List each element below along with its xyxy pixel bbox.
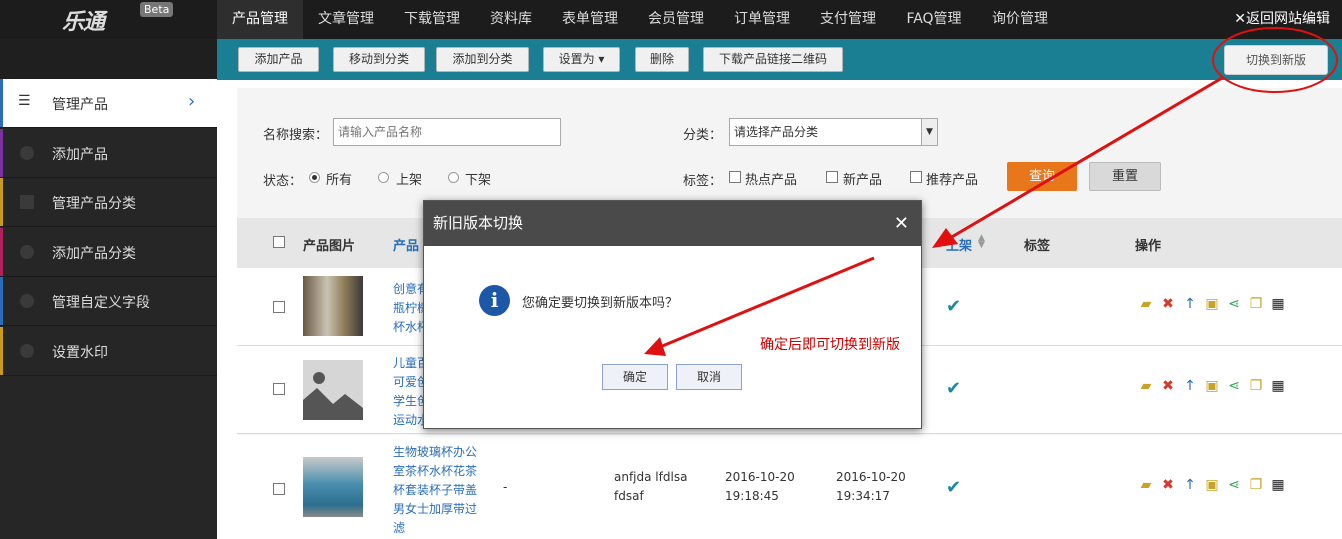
annotation-note: 确定后即可切换到新版 [760,337,900,353]
arrowhead-icon [932,228,958,248]
annotation-arrow [949,76,1223,240]
highlight-circle [1212,27,1338,93]
annotation-overlay [644,27,1338,356]
arrowhead-icon [644,337,666,356]
